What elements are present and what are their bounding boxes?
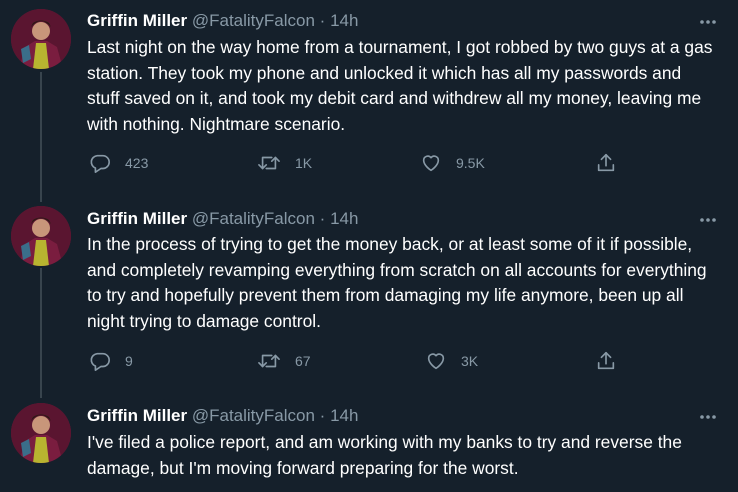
like-button[interactable]: 9.5K	[420, 151, 485, 175]
reply-count: 423	[125, 155, 149, 171]
timestamp[interactable]: 14h	[330, 11, 358, 30]
avatar[interactable]	[11, 9, 71, 69]
display-name[interactable]: Griffin Miller	[87, 209, 187, 228]
tweet-header: Griffin Miller @FatalityFalcon · 14h	[87, 208, 358, 230]
avatar[interactable]	[11, 403, 71, 463]
share-button[interactable]	[595, 151, 617, 175]
display-name[interactable]: Griffin Miller	[87, 406, 187, 425]
tweet-header: Griffin Miller @FatalityFalcon · 14h	[87, 10, 358, 32]
tweet-text: I've filed a police report, and am worki…	[87, 432, 682, 478]
tweet[interactable]: Griffin Miller @FatalityFalcon · 14h Las…	[0, 0, 738, 200]
reply-button[interactable]: 9	[89, 349, 133, 373]
heart-icon	[427, 353, 445, 370]
user-handle[interactable]: @FatalityFalcon	[192, 11, 315, 30]
reply-icon	[90, 352, 110, 371]
retweet-count: 67	[295, 353, 311, 369]
retweet-button[interactable]: 1K	[257, 151, 312, 175]
separator: ·	[319, 11, 326, 30]
user-handle[interactable]: @FatalityFalcon	[192, 406, 315, 425]
retweet-button[interactable]: 67	[257, 349, 311, 373]
like-count: 9.5K	[456, 155, 485, 171]
retweet-count: 1K	[295, 155, 313, 171]
avatar[interactable]	[11, 206, 71, 266]
more-options-icon[interactable]	[694, 13, 722, 31]
tweet-text: In the process of trying to get the mone…	[87, 234, 707, 331]
user-handle[interactable]: @FatalityFalcon	[192, 209, 315, 228]
tweet-header: Griffin Miller @FatalityFalcon · 14h	[87, 405, 358, 427]
separator: ·	[319, 209, 326, 228]
separator: ·	[319, 406, 326, 425]
share-icon	[597, 351, 615, 370]
tweet[interactable]: Griffin Miller @FatalityFalcon · 14h In …	[0, 200, 738, 397]
reply-icon	[90, 154, 110, 173]
timestamp[interactable]: 14h	[330, 406, 358, 425]
share-icon	[597, 153, 615, 172]
reply-button[interactable]: 423	[89, 151, 148, 175]
reply-count: 9	[125, 353, 133, 369]
share-button[interactable]	[595, 349, 617, 373]
more-options-icon[interactable]	[694, 408, 722, 426]
display-name[interactable]: Griffin Miller	[87, 11, 187, 30]
like-button[interactable]: 3K	[425, 349, 478, 373]
retweet-icon	[258, 354, 280, 368]
tweet-thread: Griffin Miller @FatalityFalcon · 14h Las…	[0, 0, 738, 492]
like-count: 3K	[461, 353, 479, 369]
tweet[interactable]: Griffin Miller @FatalityFalcon · 14h I'v…	[0, 397, 738, 492]
tweet-text: Last night on the way home from a tourna…	[87, 37, 713, 134]
retweet-icon	[258, 156, 280, 170]
more-options-icon[interactable]	[694, 211, 722, 229]
heart-icon	[422, 155, 440, 172]
timestamp[interactable]: 14h	[330, 209, 358, 228]
